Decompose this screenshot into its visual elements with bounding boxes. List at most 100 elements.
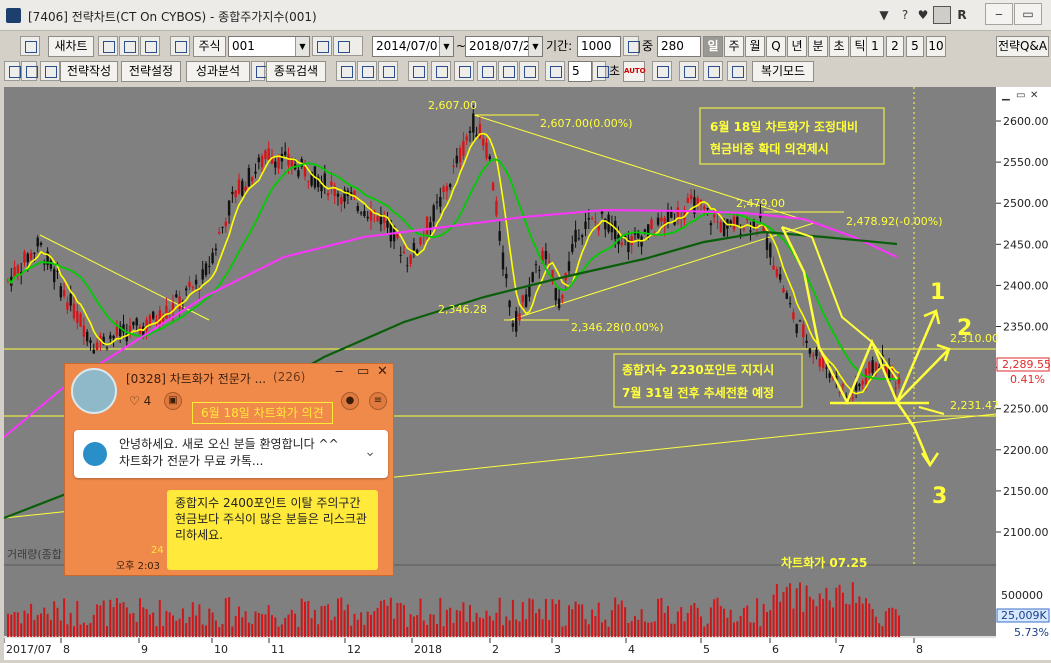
interval-10-button[interactable]: 10 [926, 36, 946, 57]
chat-menu-icon[interactable]: ≡ [369, 392, 387, 410]
stock-search-button[interactable]: 종목검색 [266, 61, 326, 82]
volume-bar [683, 621, 686, 637]
chevron-down-icon[interactable]: ▼ [295, 37, 309, 56]
x-tick-label: 4 [628, 643, 635, 656]
panel-minimize-icon[interactable]: ▁ [1001, 90, 1010, 101]
settings-icon[interactable] [519, 61, 539, 81]
review-mode-button[interactable]: 복기모드 [752, 61, 814, 82]
chat-likes[interactable]: ♡ 4 [129, 394, 151, 408]
zoom-in-icon[interactable] [408, 61, 428, 81]
maximize-button[interactable]: ▭ [1014, 3, 1042, 25]
minimize-button[interactable]: ‒ [985, 3, 1013, 25]
open-icon[interactable] [98, 36, 118, 56]
chat-maximize-icon[interactable]: ▭ [357, 364, 369, 379]
resize-icon[interactable] [21, 61, 38, 81]
volume-bar [660, 597, 663, 637]
chat-close-icon[interactable]: ✕ [377, 364, 388, 379]
new-chart-button[interactable]: 새차트 [48, 36, 94, 57]
candle-body [231, 191, 234, 194]
delete-icon[interactable] [140, 36, 160, 56]
wave-chart-icon[interactable] [703, 61, 723, 81]
sort-icon[interactable] [333, 36, 363, 56]
panel-close-icon[interactable]: ✕ [1030, 90, 1038, 101]
volume-bar [861, 603, 864, 637]
layout-rows-icon[interactable] [378, 61, 398, 81]
volume-bar [145, 609, 148, 637]
edit-icon[interactable] [40, 61, 60, 81]
volume-bar [736, 621, 739, 637]
grid-icon[interactable] [652, 61, 672, 81]
checklist-icon[interactable] [170, 36, 190, 56]
draw-line-icon[interactable] [498, 61, 518, 81]
volume-bar [409, 614, 412, 637]
volume-bar [155, 626, 158, 637]
count-input[interactable]: 280 [657, 36, 701, 57]
period-minute-button[interactable]: 분 [808, 36, 828, 57]
spin-icon[interactable] [592, 61, 609, 81]
end-date-field[interactable]: 2018/07/25 ▼ [465, 36, 543, 57]
period-day-button[interactable]: 일 [703, 36, 723, 57]
window-stack-icon[interactable] [336, 61, 356, 81]
candle-body [620, 242, 623, 245]
volume-bar [868, 603, 871, 637]
interval-5-button[interactable]: 5 [906, 36, 924, 57]
calendar-dropdown-icon[interactable]: ▼ [528, 37, 542, 56]
seconds-input[interactable]: 5 [568, 61, 592, 82]
period-year-button[interactable]: 년 [787, 36, 807, 57]
spin-icon[interactable] [623, 36, 640, 56]
chat-member-count: (226) [273, 370, 306, 384]
favorite-icon[interactable]: ♥ [914, 6, 932, 24]
candle-body [251, 177, 254, 182]
count-label: 중 [642, 39, 654, 53]
code-select[interactable]: 001 ▼ [228, 36, 310, 57]
volume-bar [165, 610, 168, 637]
refresh-r-icon[interactable]: R [953, 6, 971, 24]
strategy-settings-button[interactable]: 전략설정 [121, 61, 181, 82]
line-chart-icon[interactable] [679, 61, 699, 81]
chat-album-icon[interactable]: ▣ [164, 392, 182, 410]
screen-icon[interactable] [933, 6, 951, 24]
chat-bell-icon[interactable]: ● [341, 392, 359, 410]
strategy-qa-button[interactable]: 전략Q&A [996, 36, 1049, 57]
chevron-down-icon[interactable]: ⌄ [364, 444, 376, 460]
strategy-write-button[interactable]: 전략작성 [60, 61, 118, 82]
interval-1-button[interactable]: 1 [866, 36, 884, 57]
calendar-dropdown-icon[interactable]: ▼ [439, 37, 453, 56]
crosshair-icon[interactable] [477, 61, 497, 81]
chat-minimize-icon[interactable]: ‒ [335, 364, 343, 379]
volume-bar [43, 607, 46, 637]
volume-bar [244, 611, 247, 637]
save-icon[interactable] [119, 36, 139, 56]
volume-bar [775, 584, 778, 637]
candle-body [650, 219, 653, 230]
period-week-button[interactable]: 주 [724, 36, 744, 57]
chat-notice-banner[interactable]: 안녕하세요. 새로 오신 분들 환영합니다 ^^ 차트화가 전문가 무료 카톡.… [74, 430, 388, 478]
arrow-up-icon[interactable] [4, 61, 21, 81]
image-icon[interactable] [727, 61, 747, 81]
period-second-button[interactable]: 초 [829, 36, 849, 57]
chevron-down-icon[interactable] [251, 61, 268, 81]
start-date-field[interactable]: 2014/07/01 ▼ [372, 36, 454, 57]
performance-button[interactable]: 성과분석 [186, 61, 250, 82]
period-quarter-button[interactable]: Q [766, 36, 786, 57]
period-month-button[interactable]: 월 [745, 36, 765, 57]
candle-body [33, 252, 36, 254]
zoom-fit-icon[interactable] [454, 61, 474, 81]
volume-bar [544, 598, 547, 637]
peak-value-label: 2,607.00 [428, 99, 477, 112]
dropdown-icon[interactable]: ▼ [875, 6, 893, 24]
layout-icon[interactable] [20, 36, 40, 56]
zoom-out-icon[interactable] [431, 61, 451, 81]
search-icon[interactable] [312, 36, 332, 56]
x-tick-label: 11 [271, 643, 285, 656]
interval-2-button[interactable]: 2 [886, 36, 904, 57]
auto-button[interactable]: AUTO [623, 61, 646, 82]
volume-bar [822, 598, 825, 637]
category-button[interactable]: 주식 [193, 36, 226, 57]
layout-split-icon[interactable] [357, 61, 377, 81]
chat-widget[interactable]: [0328] 차트화가 전문가 ... (226) ‒ ▭ ✕ ♡ 4 ▣ ● … [64, 363, 394, 576]
period-input[interactable]: 1000 [577, 36, 621, 57]
refresh-icon[interactable] [545, 61, 565, 81]
help-icon[interactable]: ? [896, 6, 914, 24]
panel-restore-icon[interactable]: ▭ [1016, 90, 1025, 101]
